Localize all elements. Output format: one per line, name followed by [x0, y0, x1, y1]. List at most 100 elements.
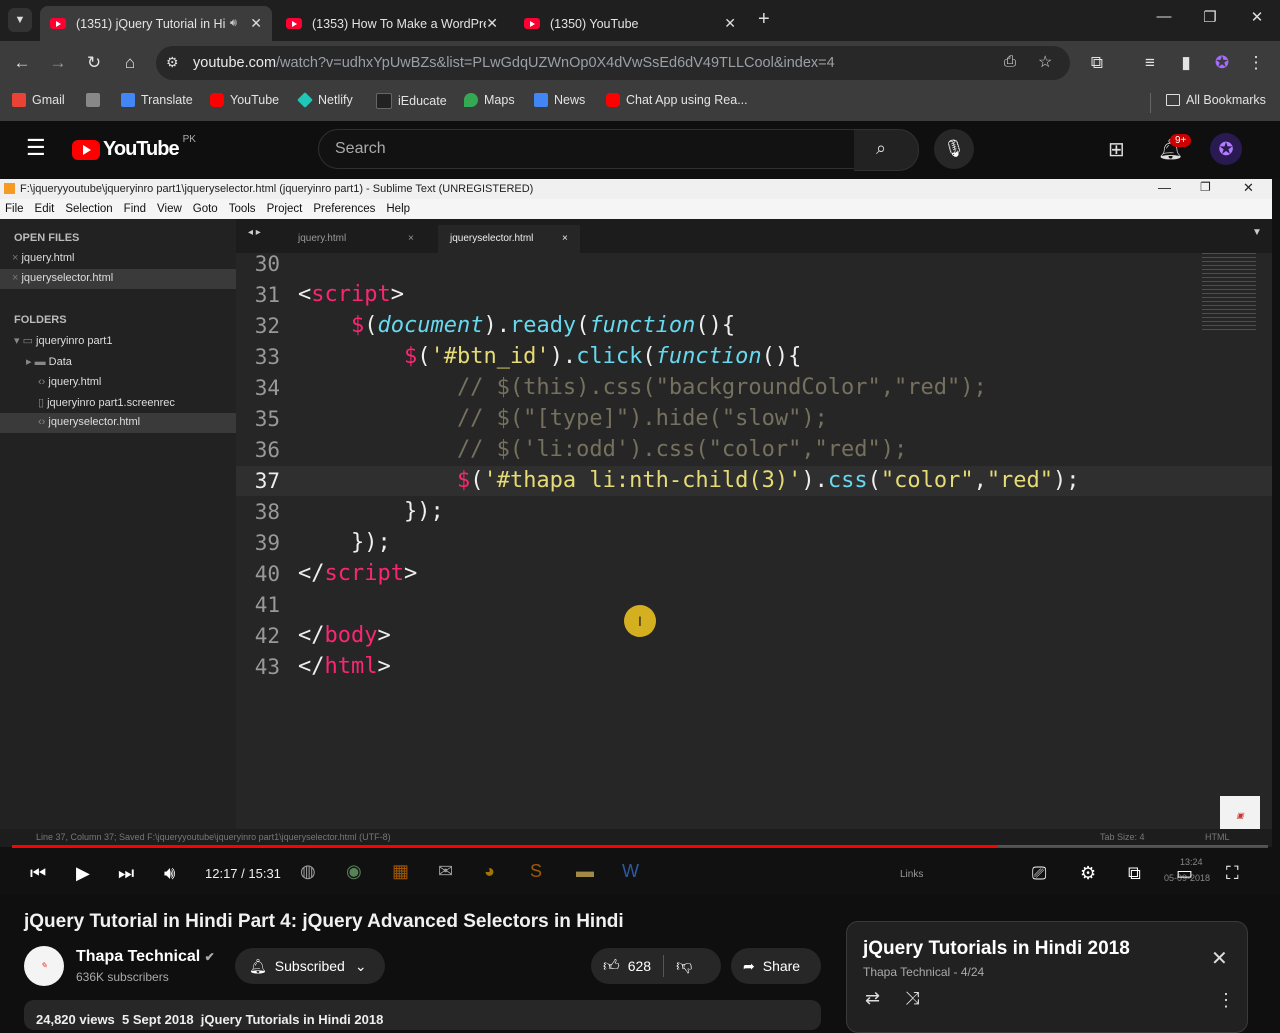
progress-fill [12, 845, 998, 848]
code-line: }); [298, 530, 391, 555]
tab-close-icon[interactable]: ✕ [724, 15, 736, 32]
video-progress-bar[interactable] [12, 845, 1268, 848]
extensions-icon[interactable]: ⧉ [1085, 53, 1109, 73]
hamburger-menu-icon[interactable]: ☰ [26, 135, 46, 161]
menu-file: File [5, 203, 24, 215]
minimize-button[interactable]: — [1144, 8, 1184, 25]
install-app-icon[interactable]: ⎙ [1004, 53, 1016, 70]
sublime-logo-icon [4, 183, 15, 194]
taskbar-app-icon: ✉ [438, 861, 454, 881]
browser-tab-1[interactable]: (1351) jQuery Tutorial in Hin 🔊︎ ✕ [40, 6, 272, 41]
back-icon[interactable]: ← [10, 53, 34, 73]
fullscreen-icon[interactable]: ⛶ [1226, 863, 1239, 884]
folder-item: ‹› jqueryselector.html [0, 413, 236, 433]
open-files-header: OPEN FILES [14, 232, 80, 244]
minimap [1202, 253, 1256, 333]
like-button[interactable]: 👍︎ 628 [603, 957, 651, 976]
url-text[interactable]: youtube.com/watch?v=udhxYpUwBZs&list=PLw… [193, 55, 835, 71]
bookmark-gmail[interactable]: Gmail [12, 93, 65, 107]
subscribed-button[interactable]: 🔔︎ Subscribed ⌄ [235, 948, 385, 984]
browser-tab-3[interactable]: (1350) YouTube ✕ [514, 6, 746, 41]
search-button[interactable]: ⌕ [854, 129, 919, 171]
share-button[interactable]: ➦ Share [731, 948, 821, 984]
region-code: PK [182, 134, 196, 145]
bookmark-translate[interactable]: Translate [121, 93, 193, 107]
media-controls-icon[interactable]: ≡ [1138, 53, 1162, 73]
side-panel-icon[interactable]: ▮ [1174, 53, 1198, 73]
volume-icon[interactable]: 🔊︎ [164, 863, 175, 884]
channel-name[interactable]: Thapa Technical ✔ [76, 948, 215, 966]
profile-avatar-icon[interactable]: ✪ [1210, 53, 1234, 73]
close-window-button[interactable]: ✕ [1237, 8, 1277, 26]
maps-pin-icon [464, 93, 478, 107]
new-tab-button[interactable]: + [758, 8, 770, 31]
bookmark-netlify[interactable]: Netlify [297, 92, 353, 108]
create-video-icon[interactable]: ⊞ [1108, 137, 1125, 162]
playlist-title[interactable]: jQuery Tutorials in Hindi 2018 [863, 938, 1130, 960]
youtube-favicon-icon [524, 18, 540, 29]
bookmark-youtube[interactable]: YouTube [210, 93, 279, 107]
description-box[interactable]: 24,820 views 5 Sept 2018 jQuery Tutorial… [24, 1000, 821, 1030]
gmail-icon [12, 93, 26, 107]
loop-icon[interactable]: ⇄ [865, 988, 880, 1009]
tab-close-icon[interactable]: ✕ [486, 15, 498, 32]
bookmark-news[interactable]: News [534, 93, 585, 107]
code-line: // $('li:odd').css("color","red"); [298, 437, 908, 462]
browser-toolbar: ← → ↻ ⌂ ⚙ youtube.com/watch?v=udhxYpUwBZ… [0, 41, 1280, 85]
restore-button[interactable]: ❐ [1190, 8, 1230, 26]
youtube-search-input[interactable]: Search [318, 129, 856, 169]
home-icon[interactable]: ⌂ [118, 53, 142, 73]
sublime-sidebar: OPEN FILES × jquery.html × jqueryselecto… [0, 219, 236, 829]
dislike-button[interactable]: 👎︎ [676, 957, 692, 976]
shuffle-icon[interactable]: ⤨ [905, 988, 919, 1009]
menu-help: Help [386, 203, 411, 215]
account-avatar[interactable]: ✪ [1210, 133, 1242, 165]
folder-item-label: jqueryinro part1.screenrec [47, 397, 175, 409]
browser-tab-2[interactable]: (1353) How To Make a WordPre ✕ [276, 6, 508, 41]
video-player[interactable]: F:\jqueryyoutube\jqueryinro part1\jquery… [0, 179, 1280, 895]
tab-search-button[interactable]: ▼ [8, 8, 32, 32]
playlist-menu-icon[interactable]: ⋮ [1217, 990, 1235, 1011]
address-bar[interactable]: ⚙ youtube.com/watch?v=udhxYpUwBZs&list=P… [156, 46, 1070, 80]
youtube-icon [606, 93, 620, 107]
all-bookmarks-button[interactable]: All Bookmarks [1166, 93, 1266, 107]
speaker-icon[interactable]: 🔊︎ [230, 17, 237, 30]
editor-tab-label: jquery.html [298, 233, 347, 244]
voice-search-button[interactable]: 🎙︎ [934, 129, 974, 169]
bookmark-chat-app[interactable]: Chat App using Rea... [606, 93, 748, 107]
play-icon[interactable]: ▶ [76, 863, 90, 884]
reload-icon[interactable]: ↻ [82, 53, 106, 73]
like-dislike-group: 👍︎ 628 👎︎ [591, 948, 721, 984]
code-line: <script> [298, 282, 404, 307]
folder-root-label: jqueryinro part1 [36, 335, 113, 347]
bookmark-ieducate[interactable]: iEducate [376, 93, 447, 109]
menu-tools: Tools [228, 203, 256, 215]
bookmark-star-icon[interactable]: ☆ [1038, 52, 1052, 72]
browser-tab-strip: ▼ (1351) jQuery Tutorial in Hin 🔊︎ ✕ (13… [0, 0, 1280, 41]
theater-mode-icon[interactable]: ▭ [1176, 863, 1193, 884]
netlify-icon [297, 92, 313, 108]
site-info-icon[interactable]: ⚙ [166, 54, 179, 71]
forward-icon[interactable]: → [46, 53, 70, 73]
taskbar-chrome-icon: ◕ [484, 861, 495, 881]
menu-preferences: Preferences [313, 203, 376, 215]
sublime-editor: ◂ ▸ jquery.html × jqueryselector.html × ▼ … [236, 219, 1272, 836]
settings-gear-icon[interactable]: ⚙ [1080, 863, 1096, 884]
news-icon [534, 93, 548, 107]
close-icon[interactable]: ✕ [1211, 946, 1228, 971]
bookmark-maps[interactable]: Maps [464, 93, 515, 107]
youtube-icon [210, 93, 224, 107]
previous-icon[interactable]: ⏮ [30, 863, 46, 884]
youtube-logo[interactable]: YouTube PK [72, 134, 196, 161]
sublime-minimize-icon: — [1158, 180, 1171, 195]
tab-close-icon[interactable]: ✕ [250, 15, 262, 32]
bookmark-unnamed[interactable] [86, 93, 106, 107]
channel-avatar[interactable]: ✎ [24, 946, 64, 986]
menu-kebab-icon[interactable]: ⋮ [1244, 53, 1268, 73]
miniplayer-icon[interactable]: ⧉ [1128, 863, 1141, 884]
next-icon[interactable]: ⏭ [118, 863, 134, 884]
menu-project: Project [266, 203, 303, 215]
captions-icon[interactable]: ⎚ [1032, 863, 1046, 884]
line-number: 31 [254, 283, 280, 307]
code-line: $('#thapa li:nth-child(3)').css("color",… [456, 468, 1080, 493]
